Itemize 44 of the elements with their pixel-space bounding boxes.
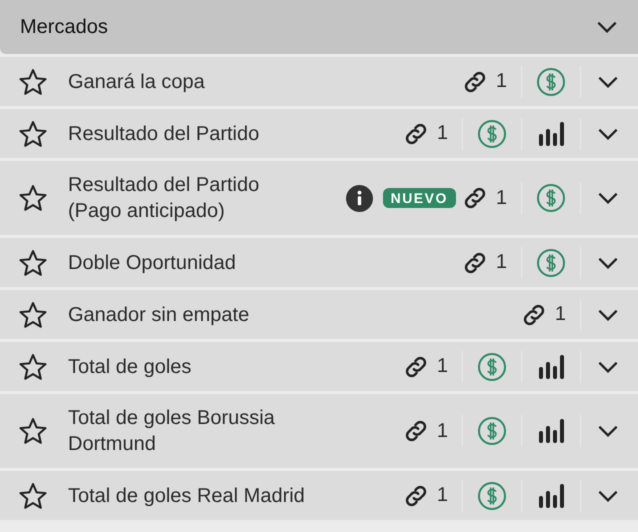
dollar-icon[interactable] bbox=[536, 66, 566, 96]
link-count: 1 bbox=[554, 303, 566, 326]
link-count: 1 bbox=[496, 70, 507, 93]
link-count: 1 bbox=[436, 122, 448, 145]
market-name: Ganador sin empate bbox=[68, 302, 250, 328]
link-count: 1 bbox=[436, 420, 448, 442]
new-badge: NUEVO bbox=[382, 188, 456, 208]
link-count: 1 bbox=[436, 484, 448, 507]
market-name: Total de goles bbox=[68, 354, 192, 380]
dollar-icon[interactable] bbox=[477, 118, 507, 148]
market-name: Ganará la copa bbox=[68, 70, 206, 94]
star-icon[interactable] bbox=[18, 480, 48, 510]
market-row[interactable]: Total de goles 1 bbox=[0, 342, 638, 391]
link-count: 1 bbox=[496, 186, 507, 210]
market-row[interactable]: Ganará la copa 1 bbox=[0, 57, 638, 106]
dollar-icon[interactable] bbox=[477, 352, 507, 382]
star-icon[interactable] bbox=[18, 300, 48, 330]
dollar-icon[interactable] bbox=[477, 480, 507, 510]
market-name: Resultado del Partido (Pago anticipado) bbox=[68, 173, 260, 224]
market-row[interactable]: Total de goles Real Madrid 1 bbox=[0, 471, 638, 520]
star-icon[interactable] bbox=[18, 183, 48, 213]
market-name: Total de goles Real Madrid bbox=[68, 484, 306, 508]
market-name: Doble Oportunidad bbox=[68, 250, 237, 276]
dollar-icon[interactable] bbox=[536, 183, 566, 213]
market-name: Resultado del Partido bbox=[68, 122, 260, 146]
market-row[interactable]: Resultado del Partido (Pago anticipado) NUEVO 1 bbox=[0, 161, 638, 235]
star-icon[interactable] bbox=[18, 352, 48, 382]
dollar-icon[interactable] bbox=[536, 248, 566, 278]
market-row[interactable]: Doble Oportunidad 1 bbox=[0, 238, 638, 287]
market-name: Total de goles Borussia Dortmund bbox=[68, 406, 276, 457]
header-bar[interactable]: Mercados bbox=[0, 0, 638, 54]
market-row[interactable]: Total de goles Borussia Dortmund 1 bbox=[0, 394, 638, 468]
star-icon[interactable] bbox=[18, 416, 48, 446]
dollar-icon[interactable] bbox=[477, 416, 507, 446]
bar-chart-icon[interactable] bbox=[536, 416, 566, 446]
market-row[interactable]: Ganador sin empate 1 bbox=[0, 290, 638, 339]
link-count: 1 bbox=[496, 251, 507, 274]
market-row[interactable]: Resultado del Partido 1 bbox=[0, 109, 638, 158]
link-count: 1 bbox=[436, 355, 448, 378]
star-icon[interactable] bbox=[18, 66, 48, 96]
star-icon[interactable] bbox=[18, 118, 48, 148]
star-icon[interactable] bbox=[18, 248, 48, 278]
section-title: Mercados bbox=[20, 16, 109, 38]
info-icon[interactable] bbox=[346, 184, 373, 212]
